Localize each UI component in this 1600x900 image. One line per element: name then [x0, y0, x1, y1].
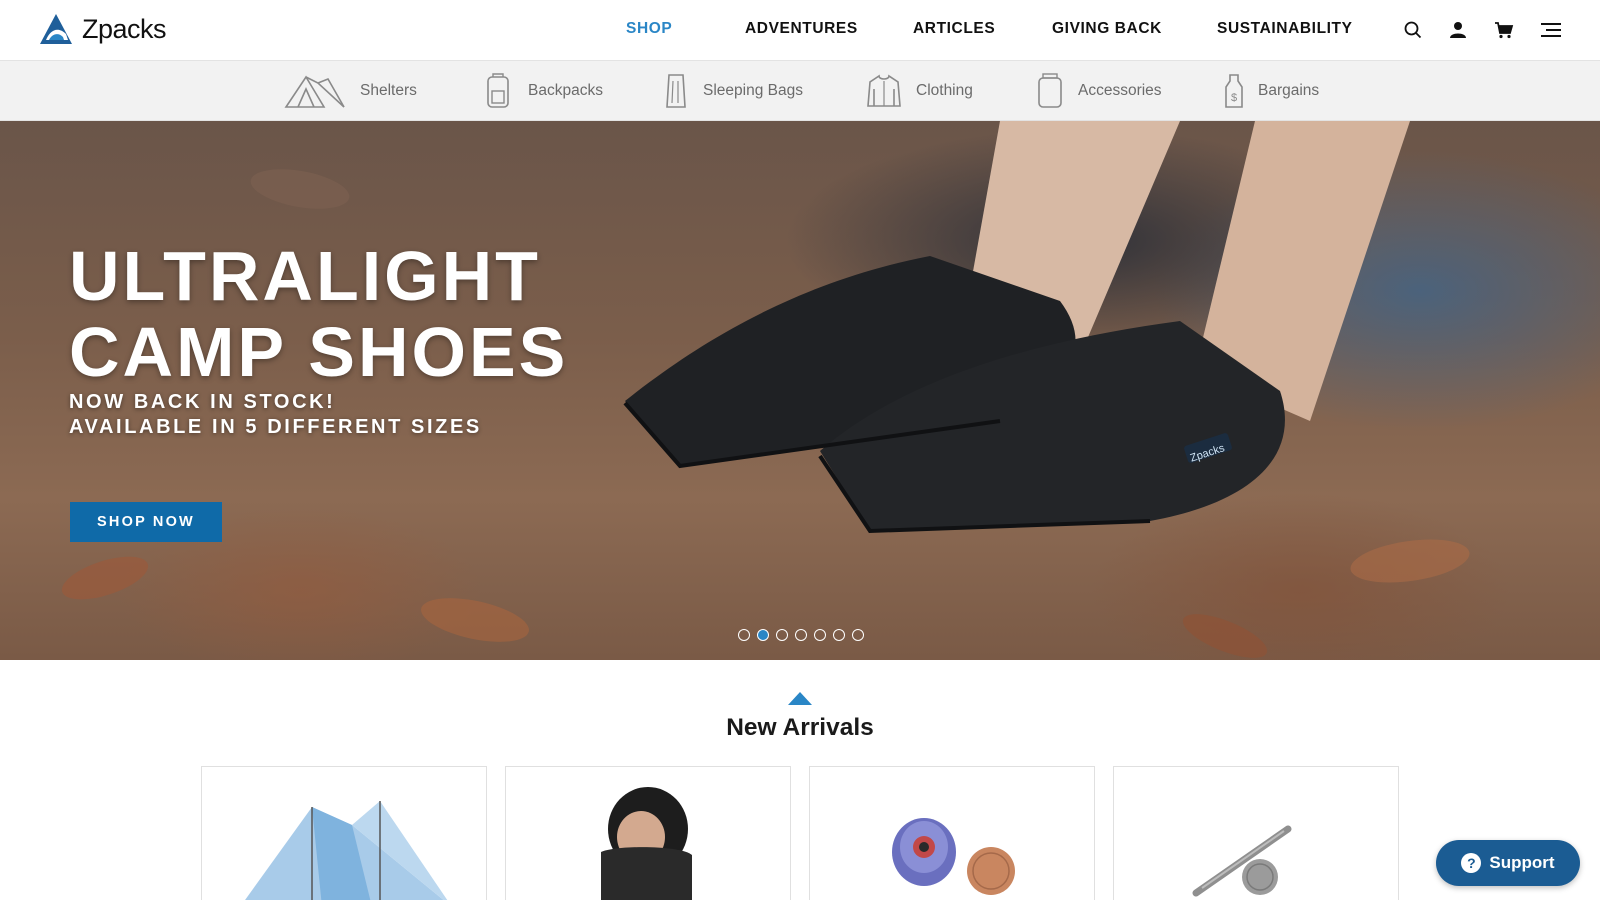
category-label: Bargains	[1258, 82, 1320, 99]
product-card[interactable]	[505, 766, 791, 900]
jacket-icon	[867, 74, 901, 107]
account-icon[interactable]	[1447, 19, 1469, 41]
carousel-dot[interactable]	[833, 629, 845, 641]
category-label: Clothing	[916, 82, 973, 99]
category-backpacks[interactable]: Backpacks	[482, 61, 603, 121]
menu-icon[interactable]	[1540, 19, 1562, 41]
category-clothing[interactable]: Clothing	[866, 61, 973, 121]
help-icon: ?	[1461, 853, 1482, 873]
hero-title-line1: ULTRALIGHT	[69, 237, 541, 315]
bottle-cap-with-penny-image	[892, 818, 1015, 895]
new-arrivals-section: New Arrivals	[0, 660, 1600, 900]
cart-icon[interactable]	[1493, 19, 1515, 41]
hero-subtitle-line1: NOW BACK IN STOCK!	[69, 391, 336, 413]
mountain-caret-icon	[788, 692, 812, 705]
product-card[interactable]	[201, 766, 487, 900]
neck-gaiter-image	[601, 787, 692, 900]
hero-title-line2: CAMP SHOES	[69, 313, 569, 391]
blue-tent-image	[245, 801, 448, 900]
nav-sustainability[interactable]: SUSTAINABILITY	[1217, 20, 1353, 38]
bottle-icon	[1038, 73, 1062, 108]
carousel-dot[interactable]	[795, 629, 807, 641]
shop-now-button[interactable]: SHOP NOW	[70, 502, 222, 542]
main-nav: SHOP ADVENTURES ARTICLES GIVING BACK SUS…	[0, 0, 1600, 60]
category-bar: Shelters Backpacks Sleeping Bags Clothin…	[0, 61, 1600, 121]
svg-text:$: $	[1231, 92, 1237, 104]
category-shelters[interactable]: Shelters	[284, 61, 417, 121]
backpack-icon	[487, 73, 509, 108]
category-label: Sleeping Bags	[703, 82, 803, 99]
category-label: Shelters	[360, 82, 417, 99]
carousel-dots	[738, 629, 864, 641]
nav-giving-back[interactable]: GIVING BACK	[1052, 20, 1162, 38]
nav-adventures[interactable]: ADVENTURES	[745, 20, 858, 38]
support-label: Support	[1489, 853, 1555, 872]
titanium-pen-with-coin-image	[1192, 825, 1292, 897]
nav-shop[interactable]: SHOP	[626, 20, 672, 38]
category-sleeping-bags[interactable]: Sleeping Bags	[663, 61, 803, 121]
product-card[interactable]	[809, 766, 1095, 900]
nav-articles[interactable]: ARTICLES	[913, 20, 995, 38]
product-card[interactable]	[1113, 766, 1399, 900]
support-button[interactable]: ? Support	[1436, 840, 1580, 886]
category-label: Backpacks	[528, 82, 603, 99]
category-bargains[interactable]: $ Bargains	[1224, 61, 1319, 121]
site-header: Zpacks SHOP ADVENTURES ARTICLES GIVING B…	[0, 0, 1600, 61]
section-title: New Arrivals	[726, 714, 874, 741]
hero-subtitle-line2: AVAILABLE IN 5 DIFFERENT SIZES	[69, 416, 482, 438]
carousel-dot[interactable]	[814, 629, 826, 641]
carousel-dot[interactable]	[738, 629, 750, 641]
category-label: Accessories	[1078, 82, 1162, 99]
carousel-dot[interactable]	[776, 629, 788, 641]
search-icon[interactable]	[1402, 19, 1424, 41]
category-accessories[interactable]: Accessories	[1036, 61, 1162, 121]
hero-banner[interactable]: Zpacks ULTRALIGHT CAMP SHOES NOW BACK IN…	[0, 121, 1600, 660]
tent-icon	[284, 75, 345, 108]
sleeping-bag-icon	[666, 74, 686, 108]
carousel-dot[interactable]	[852, 629, 864, 641]
hero-text: ULTRALIGHT CAMP SHOES NOW BACK IN STOCK!…	[69, 238, 568, 440]
carousel-dot-active[interactable]	[757, 629, 769, 641]
price-tag-icon: $	[1225, 74, 1243, 108]
